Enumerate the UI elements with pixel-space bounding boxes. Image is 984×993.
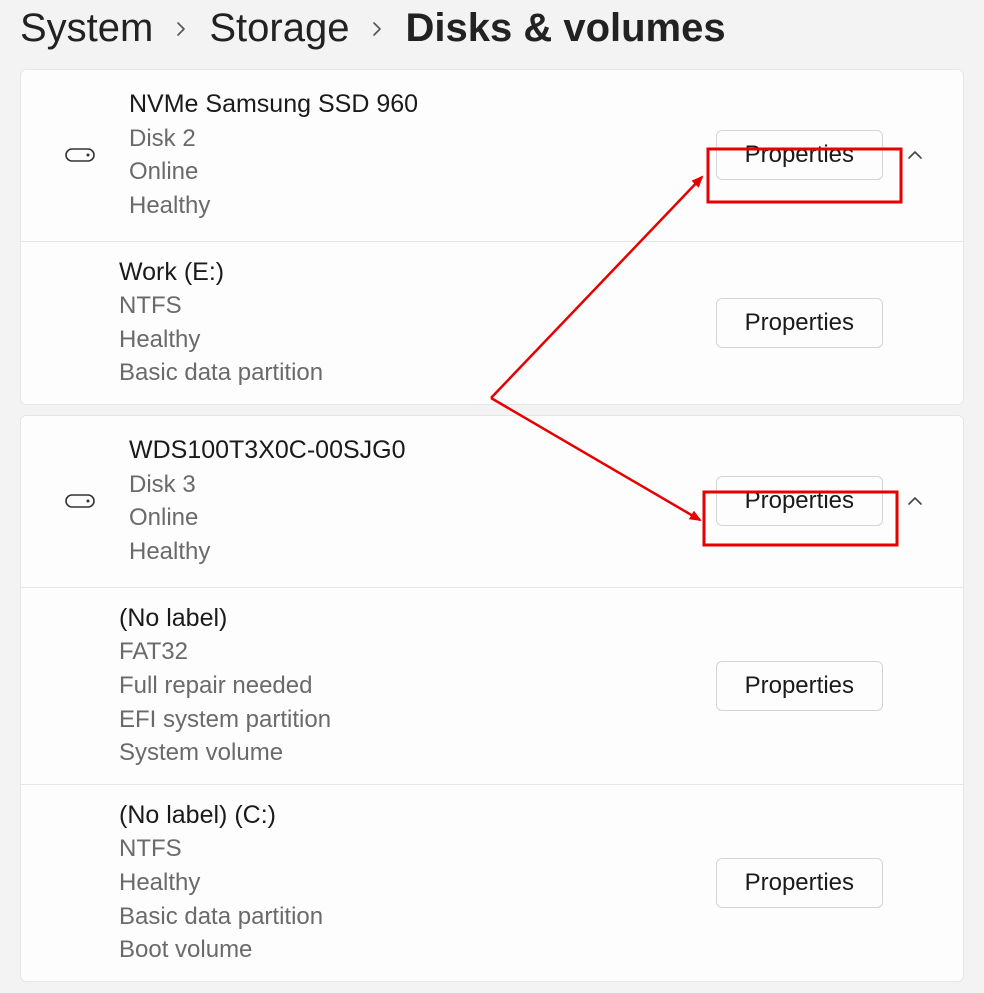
volume-text: Work (E:) NTFS Healthy Basic data partit… [41, 256, 716, 391]
volume-name: (No label) [119, 602, 716, 636]
disk-text: WDS100T3X0C-00SJG0 Disk 3 Online Healthy [109, 434, 716, 569]
volume-text: (No label) (C:) NTFS Healthy Basic data … [41, 799, 716, 967]
volume-fs: NTFS [119, 289, 716, 323]
volume-name: (No label) (C:) [119, 799, 716, 833]
properties-button[interactable]: Properties [716, 858, 883, 908]
breadcrumb-system[interactable]: System [20, 6, 153, 51]
disk-health: Healthy [129, 189, 716, 223]
disk-text: NVMe Samsung SSD 960 Disk 2 Online Healt… [109, 88, 716, 223]
disk-health: Healthy [129, 535, 716, 569]
disk-name: WDS100T3X0C-00SJG0 [129, 434, 716, 468]
properties-button[interactable]: Properties [716, 130, 883, 180]
chevron-right-icon [369, 13, 385, 44]
volume-row[interactable]: (No label) (C:) NTFS Healthy Basic data … [21, 784, 963, 981]
volume-fs: NTFS [119, 832, 716, 866]
volume-name: Work (E:) [119, 256, 716, 290]
chevron-right-icon [173, 13, 189, 44]
disk-label: Disk 2 [129, 122, 716, 156]
properties-button[interactable]: Properties [716, 298, 883, 348]
breadcrumb-storage[interactable]: Storage [209, 6, 349, 51]
volume-health: Healthy [119, 323, 716, 357]
volume-extra: Boot volume [119, 933, 716, 967]
volume-fs: FAT32 [119, 635, 716, 669]
volume-type: Basic data partition [119, 356, 716, 390]
disk-name: NVMe Samsung SSD 960 [129, 88, 716, 122]
disk-list: NVMe Samsung SSD 960 Disk 2 Online Healt… [0, 69, 984, 982]
breadcrumb: System Storage Disks & volumes [0, 0, 984, 69]
chevron-up-icon[interactable] [895, 492, 935, 510]
disk-row[interactable]: WDS100T3X0C-00SJG0 Disk 3 Online Healthy… [21, 416, 963, 587]
properties-button[interactable]: Properties [716, 661, 883, 711]
disk-label: Disk 3 [129, 468, 716, 502]
volume-row[interactable]: (No label) FAT32 Full repair needed EFI … [21, 587, 963, 784]
volume-health: Full repair needed [119, 669, 716, 703]
volume-extra: System volume [119, 736, 716, 770]
page-title: Disks & volumes [405, 6, 725, 51]
disk-icon [51, 494, 109, 508]
disk-status: Online [129, 155, 716, 189]
volume-text: (No label) FAT32 Full repair needed EFI … [41, 602, 716, 770]
disk-status: Online [129, 501, 716, 535]
volume-row[interactable]: Work (E:) NTFS Healthy Basic data partit… [21, 241, 963, 405]
disk-row[interactable]: NVMe Samsung SSD 960 Disk 2 Online Healt… [21, 70, 963, 241]
chevron-up-icon[interactable] [895, 146, 935, 164]
volume-type: Basic data partition [119, 900, 716, 934]
volume-type: EFI system partition [119, 703, 716, 737]
disk-card: NVMe Samsung SSD 960 Disk 2 Online Healt… [20, 69, 964, 405]
properties-button[interactable]: Properties [716, 476, 883, 526]
disk-icon [51, 148, 109, 162]
volume-health: Healthy [119, 866, 716, 900]
disk-card: WDS100T3X0C-00SJG0 Disk 3 Online Healthy… [20, 415, 964, 982]
